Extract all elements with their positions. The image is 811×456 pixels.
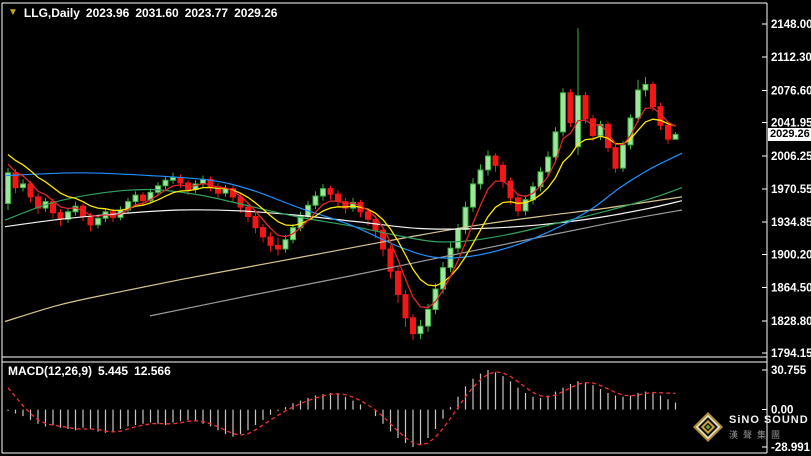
ohlc-low: 2023.77: [185, 6, 228, 20]
main-chart-panel[interactable]: [2, 3, 767, 357]
chart-header: ▼ LLG,Daily 2023.96 2031.60 2023.77 2029…: [8, 6, 277, 20]
logo-name: SiNO SOUND: [729, 414, 809, 426]
macd-name: MACD(12,26,9): [8, 364, 92, 378]
broker-logo: SiNO SOUND 漢聲集團: [692, 410, 809, 444]
sino-sound-diamond-icon: [692, 410, 724, 444]
trading-terminal-window: 2148.002112.302076.602041.952006.251970.…: [0, 0, 811, 456]
macd-main-value: 5.445: [98, 364, 128, 378]
macd-indicator-label: MACD(12,26,9) 5.445 12.566: [8, 364, 171, 378]
ohlc-open: 2023.96: [86, 6, 129, 20]
symbol-period-label: LLG,Daily: [24, 6, 80, 20]
ohlc-high: 2031.60: [135, 6, 178, 20]
current-price-tag: 2029.26: [768, 128, 811, 141]
macd-signal-value: 12.566: [134, 364, 171, 378]
ohlc-close: 2029.26: [234, 6, 277, 20]
price-axis-scale[interactable]: [768, 0, 811, 456]
collapse-arrow-icon[interactable]: ▼: [8, 8, 18, 18]
logo-chinese-name: 漢聲集團: [729, 428, 809, 441]
